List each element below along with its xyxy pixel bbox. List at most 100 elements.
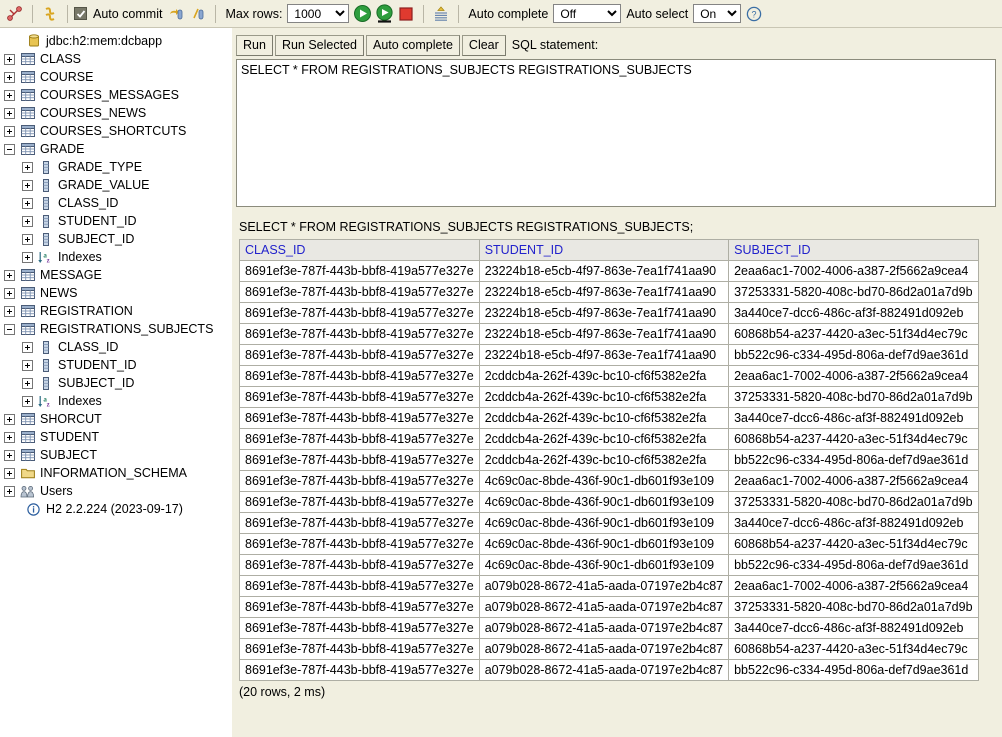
- table-row[interactable]: 8691ef3e-787f-443b-bbf8-419a577e327e 4c69…: [239, 491, 979, 513]
- sidebar-item-grade-value[interactable]: GRADE_VALUE: [4, 176, 232, 194]
- table-row[interactable]: 8691ef3e-787f-443b-bbf8-419a577e327e 2322…: [239, 302, 979, 324]
- sidebar-item-course[interactable]: COURSE: [4, 68, 232, 86]
- table-row[interactable]: 8691ef3e-787f-443b-bbf8-419a577e327e a079…: [239, 617, 979, 639]
- expand-plus-icon[interactable]: [4, 413, 15, 425]
- sidebar-item-grade-type[interactable]: GRADE_TYPE: [4, 158, 232, 176]
- sidebar-item-student-id[interactable]: STUDENT_ID: [4, 212, 232, 230]
- table-row[interactable]: 8691ef3e-787f-443b-bbf8-419a577e327e 2cdd…: [239, 428, 979, 450]
- table-row[interactable]: 8691ef3e-787f-443b-bbf8-419a577e327e 4c69…: [239, 554, 979, 576]
- sidebar-item-class-id[interactable]: CLASS_ID: [4, 338, 232, 356]
- table-icon: [20, 124, 35, 138]
- sidebar-item-indexes[interactable]: a z Indexes: [4, 248, 232, 266]
- database-icon: [26, 34, 41, 48]
- expand-plus-icon[interactable]: [4, 467, 15, 479]
- collapse-minus-icon[interactable]: [4, 143, 15, 155]
- run-selected-green-play-icon[interactable]: [373, 3, 395, 25]
- expand-plus-icon[interactable]: [4, 107, 15, 119]
- result-table[interactable]: CLASS_ID STUDENT_ID SUBJECT_ID 8691ef3e-78…: [239, 239, 979, 681]
- expand-plus-icon[interactable]: [4, 269, 15, 281]
- expand-plus-icon[interactable]: [4, 287, 15, 299]
- sidebar-item-student-id[interactable]: STUDENT_ID: [4, 356, 232, 374]
- table-row[interactable]: 8691ef3e-787f-443b-bbf8-419a577e327e a079…: [239, 659, 979, 681]
- table-row[interactable]: 8691ef3e-787f-443b-bbf8-419a577e327e 2322…: [239, 281, 979, 303]
- expand-plus-icon[interactable]: [22, 215, 33, 227]
- sidebar-item-users[interactable]: Users: [4, 482, 232, 500]
- sidebar-item-shorcut[interactable]: SHORCUT: [4, 410, 232, 428]
- expand-plus-icon[interactable]: [4, 53, 15, 65]
- sidebar-item-class-id[interactable]: CLASS_ID: [4, 194, 232, 212]
- expand-plus-icon[interactable]: [4, 305, 15, 317]
- expand-plus-icon[interactable]: [4, 431, 15, 443]
- table-row[interactable]: 8691ef3e-787f-443b-bbf8-419a577e327e 4c69…: [239, 470, 979, 492]
- sidebar-item-subject-id[interactable]: SUBJECT_ID: [4, 374, 232, 392]
- sidebar-item-message[interactable]: MESSAGE: [4, 266, 232, 284]
- expand-plus-icon[interactable]: [22, 395, 33, 407]
- sidebar-item-courses-news[interactable]: COURSES_NEWS: [4, 104, 232, 122]
- database-tree-sidebar[interactable]: jdbc:h2:mem:dcbapp CLASS COURSE COURSES_ME…: [0, 28, 232, 737]
- table-row[interactable]: 8691ef3e-787f-443b-bbf8-419a577e327e 2cdd…: [239, 407, 979, 429]
- column-header-subject-id[interactable]: SUBJECT_ID: [728, 239, 979, 261]
- expand-plus-icon[interactable]: [4, 89, 15, 101]
- sidebar-item-indexes[interactable]: a z Indexes: [4, 392, 232, 410]
- sidebar-item-news[interactable]: NEWS: [4, 284, 232, 302]
- expand-plus-icon[interactable]: [4, 125, 15, 137]
- auto-complete-button[interactable]: Auto complete: [366, 34, 460, 56]
- sidebar-item-student[interactable]: STUDENT: [4, 428, 232, 446]
- collapse-minus-icon[interactable]: [4, 323, 15, 335]
- run-green-play-icon[interactable]: [351, 3, 373, 25]
- sidebar-item-courses-shortcuts[interactable]: COURSES_SHORTCUTS: [4, 122, 232, 140]
- users-icon: [20, 484, 35, 498]
- table-row[interactable]: 8691ef3e-787f-443b-bbf8-419a577e327e a079…: [239, 596, 979, 618]
- auto-complete-select[interactable]: Off: [553, 4, 622, 23]
- sidebar-item-subject[interactable]: SUBJECT: [4, 446, 232, 464]
- sidebar-item-class[interactable]: CLASS: [4, 50, 232, 68]
- refresh-icon[interactable]: [39, 3, 61, 25]
- sql-editor-textarea[interactable]: [236, 59, 996, 207]
- sidebar-item-courses-messages[interactable]: COURSES_MESSAGES: [4, 86, 232, 104]
- expand-plus-icon[interactable]: [22, 251, 33, 263]
- table-cell: 2eaa6ac1-7002-4006-a387-2f5662a9cea4: [728, 470, 979, 492]
- clear-button[interactable]: Clear: [461, 34, 506, 56]
- expand-plus-icon[interactable]: [22, 197, 33, 209]
- expand-plus-icon[interactable]: [4, 449, 15, 461]
- table-row[interactable]: 8691ef3e-787f-443b-bbf8-419a577e327e 2cdd…: [239, 386, 979, 408]
- expand-plus-icon[interactable]: [22, 359, 33, 371]
- sidebar-item-grade[interactable]: GRADE: [4, 140, 232, 158]
- table-row[interactable]: 8691ef3e-787f-443b-bbf8-419a577e327e a079…: [239, 638, 979, 660]
- expand-plus-icon[interactable]: [22, 161, 33, 173]
- tree-root-connection[interactable]: jdbc:h2:mem:dcbapp: [4, 32, 232, 50]
- help-question-icon[interactable]: ?: [743, 3, 765, 25]
- table-row[interactable]: 8691ef3e-787f-443b-bbf8-419a577e327e 2cdd…: [239, 449, 979, 471]
- table-row[interactable]: 8691ef3e-787f-443b-bbf8-419a577e327e 2cdd…: [239, 365, 979, 387]
- max-rows-select[interactable]: 1000: [287, 4, 350, 23]
- expand-plus-icon[interactable]: [22, 377, 33, 389]
- table-row[interactable]: 8691ef3e-787f-443b-bbf8-419a577e327e 4c69…: [239, 533, 979, 555]
- expand-plus-icon[interactable]: [4, 485, 15, 497]
- column-header-student-id[interactable]: STUDENT_ID: [478, 239, 730, 261]
- table-row[interactable]: 8691ef3e-787f-443b-bbf8-419a577e327e 2322…: [239, 344, 979, 366]
- table-row[interactable]: 8691ef3e-787f-443b-bbf8-419a577e327e 2322…: [239, 260, 979, 282]
- disconnect-icon[interactable]: [4, 3, 26, 25]
- expand-plus-icon[interactable]: [22, 179, 33, 191]
- auto-select-select[interactable]: On: [693, 4, 742, 23]
- column-header-class-id[interactable]: CLASS_ID: [239, 239, 480, 261]
- expand-plus-icon[interactable]: [22, 341, 33, 353]
- sidebar-item-information-schema[interactable]: INFORMATION_SCHEMA: [4, 464, 232, 482]
- table-row[interactable]: 8691ef3e-787f-443b-bbf8-419a577e327e a079…: [239, 575, 979, 597]
- table-row[interactable]: 8691ef3e-787f-443b-bbf8-419a577e327e 2322…: [239, 323, 979, 345]
- rollback-icon[interactable]: [187, 3, 209, 25]
- sidebar-item-subject-id[interactable]: SUBJECT_ID: [4, 230, 232, 248]
- sidebar-item-registration[interactable]: REGISTRATION: [4, 302, 232, 320]
- command-history-icon[interactable]: [430, 3, 452, 25]
- sidebar-item-label: SUBJECT_ID: [58, 376, 135, 390]
- sidebar-item-registrations-subjects[interactable]: REGISTRATIONS_SUBJECTS: [4, 320, 232, 338]
- run-selected-button[interactable]: Run Selected: [274, 34, 364, 56]
- commit-icon[interactable]: [165, 3, 187, 25]
- run-button[interactable]: Run: [236, 34, 273, 56]
- table-cell: 3a440ce7-dcc6-486c-af3f-882491d092eb: [728, 617, 979, 639]
- expand-plus-icon[interactable]: [22, 233, 33, 245]
- stop-red-square-icon[interactable]: [395, 3, 417, 25]
- auto-commit-checkbox[interactable]: [74, 7, 87, 20]
- expand-plus-icon[interactable]: [4, 71, 15, 83]
- table-row[interactable]: 8691ef3e-787f-443b-bbf8-419a577e327e 4c69…: [239, 512, 979, 534]
